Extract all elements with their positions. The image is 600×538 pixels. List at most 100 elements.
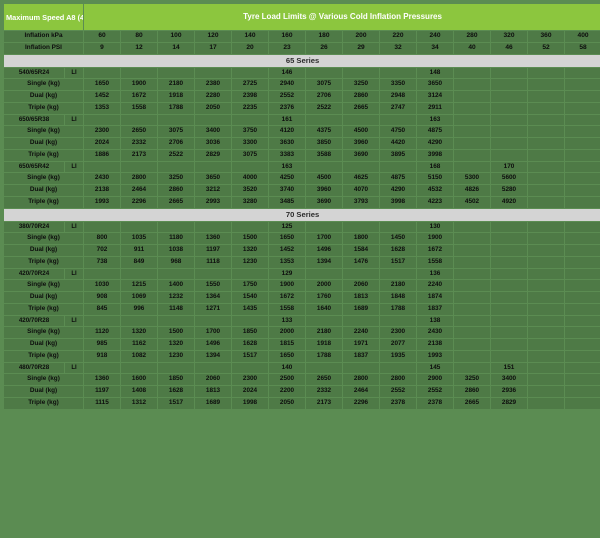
load-value: 3690 xyxy=(343,150,379,161)
load-value: 1197 xyxy=(195,245,231,256)
load-value: 1900 xyxy=(269,280,305,291)
load-value: 2500 xyxy=(269,374,305,385)
empty-cell xyxy=(84,162,120,172)
single-label: Single (kg) xyxy=(4,126,83,137)
empty-cell xyxy=(158,162,194,172)
inflation-kpa-value-4: 140 xyxy=(232,31,268,42)
triple-label: Triple (kg) xyxy=(4,103,83,114)
single-label: Single (kg) xyxy=(4,374,83,385)
load-value: 1628 xyxy=(232,339,268,350)
load-value: 3250 xyxy=(158,173,194,184)
load-value: 2240 xyxy=(343,327,379,338)
tyre-size-row: 650/65R38 LI 161 163 xyxy=(4,115,600,125)
tyre-size-label: 420/70R24 xyxy=(4,269,64,279)
empty-cell xyxy=(565,150,600,161)
empty-cell xyxy=(491,222,527,232)
load-value: 1750 xyxy=(232,280,268,291)
empty-cell xyxy=(121,269,157,279)
load-index-value: 163 xyxy=(269,162,305,172)
table-title: Tyre Load Limits @ Various Cold Inflatio… xyxy=(84,4,600,30)
load-value: 4290 xyxy=(417,138,453,149)
dual-label: Dual (kg) xyxy=(4,292,83,303)
load-value: 1230 xyxy=(232,257,268,268)
load-value: 3793 xyxy=(343,197,379,208)
empty-cell xyxy=(491,339,527,350)
load-value: 1215 xyxy=(121,280,157,291)
empty-cell xyxy=(491,68,527,78)
load-value: 4070 xyxy=(343,185,379,196)
load-value: 1517 xyxy=(232,351,268,362)
empty-cell xyxy=(380,316,416,326)
load-value: 3998 xyxy=(380,197,416,208)
inflation-psi-label: Inflation PSI xyxy=(4,43,83,54)
empty-cell xyxy=(491,150,527,161)
empty-cell xyxy=(528,173,564,184)
inflation-kpa-value-9: 240 xyxy=(417,31,453,42)
empty-cell xyxy=(565,91,600,102)
load-value: 2522 xyxy=(158,150,194,161)
inflation-kpa-value-10: 280 xyxy=(454,31,490,42)
inflation-kpa-value-6: 180 xyxy=(306,31,342,42)
empty-cell xyxy=(528,103,564,114)
load-index-value: 138 xyxy=(417,316,453,326)
dual-label: Dual (kg) xyxy=(4,138,83,149)
empty-cell xyxy=(528,197,564,208)
inflation-kpa-value-2: 100 xyxy=(158,31,194,42)
load-value: 1452 xyxy=(84,91,120,102)
single-label: Single (kg) xyxy=(4,280,83,291)
empty-cell xyxy=(195,269,231,279)
empty-cell xyxy=(528,222,564,232)
load-index-value: 168 xyxy=(417,162,453,172)
load-value: 996 xyxy=(121,304,157,315)
inflation-psi-value-8: 32 xyxy=(380,43,416,54)
empty-cell xyxy=(565,280,600,291)
single-label: Single (kg) xyxy=(4,79,83,90)
load-index-value: 163 xyxy=(417,115,453,125)
load-value: 2800 xyxy=(343,374,379,385)
empty-cell xyxy=(528,126,564,137)
load-value: 4532 xyxy=(417,185,453,196)
inflation-psi-value-6: 26 xyxy=(306,43,342,54)
empty-cell xyxy=(565,292,600,303)
empty-cell xyxy=(528,339,564,350)
load-value: 4826 xyxy=(454,185,490,196)
load-value: 2860 xyxy=(158,185,194,196)
empty-cell xyxy=(195,162,231,172)
load-value: 1788 xyxy=(380,304,416,315)
load-value: 4375 xyxy=(306,126,342,137)
load-value: 2430 xyxy=(84,173,120,184)
tyre-size-label: 650/65R38 xyxy=(4,115,64,125)
empty-cell xyxy=(491,292,527,303)
load-value: 1271 xyxy=(195,304,231,315)
empty-cell xyxy=(491,79,527,90)
load-value: 2300 xyxy=(380,327,416,338)
load-value: 1800 xyxy=(343,233,379,244)
empty-cell xyxy=(232,363,268,373)
load-index-value: 170 xyxy=(491,162,527,172)
dual-load-row: Dual (kg) 1452 1672 1918 2280 2398 2552 2706 286… xyxy=(4,91,600,102)
load-index-label: LI xyxy=(65,222,83,232)
inflation-psi-row: Inflation PSI 9 12 14 17 20 23 26 29 32 34 40 46 52 58 xyxy=(4,43,600,54)
triple-label: Triple (kg) xyxy=(4,257,83,268)
empty-cell xyxy=(343,68,379,78)
load-value: 1558 xyxy=(121,103,157,114)
empty-cell xyxy=(232,115,268,125)
dual-load-row: Dual (kg) 702 911 1038 1197 1320 1452 1496 1584 1… xyxy=(4,245,600,256)
empty-cell xyxy=(528,245,564,256)
empty-cell xyxy=(454,162,490,172)
single-load-row: Single (kg) 1360 1600 1850 2060 2300 2500 2650 2… xyxy=(4,374,600,385)
empty-cell xyxy=(454,304,490,315)
load-value: 2936 xyxy=(491,386,527,397)
empty-cell xyxy=(454,91,490,102)
load-value: 3350 xyxy=(380,79,416,90)
load-value: 2993 xyxy=(195,197,231,208)
load-value: 1353 xyxy=(269,257,305,268)
empty-cell xyxy=(491,351,527,362)
empty-cell xyxy=(528,150,564,161)
load-value: 2000 xyxy=(269,327,305,338)
load-value: 1517 xyxy=(158,398,194,409)
empty-cell xyxy=(565,185,600,196)
load-value: 2725 xyxy=(232,79,268,90)
empty-cell xyxy=(380,222,416,232)
tyre-size-label: 380/70R24 xyxy=(4,222,64,232)
